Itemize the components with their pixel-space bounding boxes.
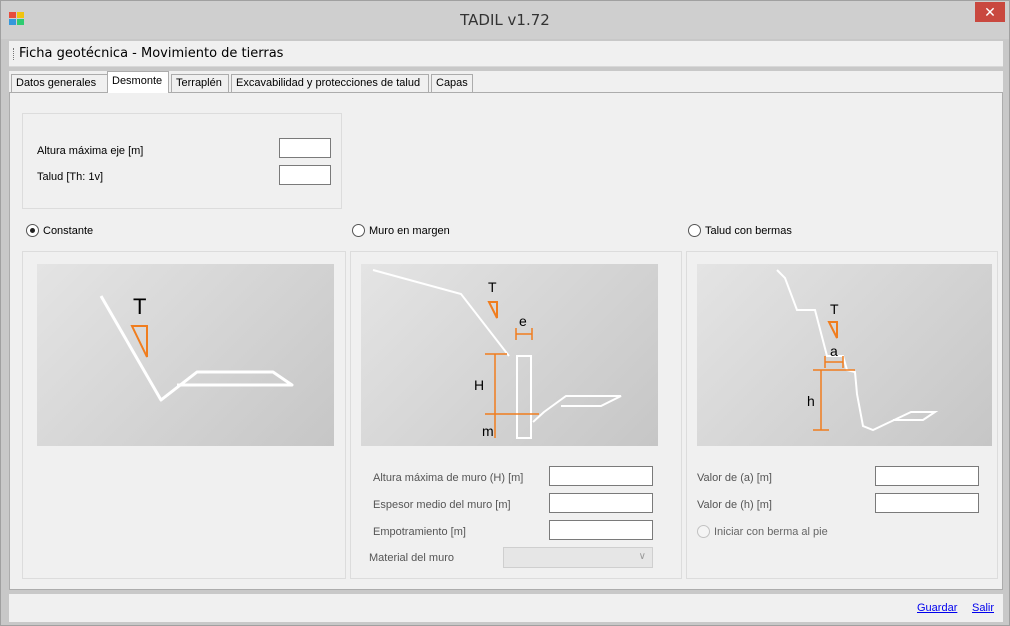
constante-t-label: T xyxy=(133,294,146,319)
bermas-t-label: T xyxy=(830,301,839,317)
altura-muro-input[interactable] xyxy=(549,466,653,486)
guardar-link[interactable]: Guardar xyxy=(917,602,957,614)
window-title: TADIL v1.72 xyxy=(460,11,550,29)
valor-a-input[interactable] xyxy=(875,466,979,486)
muro-diagram: T e H m xyxy=(361,264,658,446)
close-button[interactable]: ✕ xyxy=(975,2,1005,22)
chevron-down-icon[interactable]: ∨ xyxy=(639,551,646,562)
radio-constante[interactable]: Constante xyxy=(26,224,94,237)
valor-a-label: Valor de (a) [m] xyxy=(697,472,772,484)
tab-strip: Datos generales Desmonte Terraplén Excav… xyxy=(9,71,1003,93)
radio-talud-con-bermas[interactable]: Talud con bermas xyxy=(688,224,792,237)
bermas-h-label: h xyxy=(807,393,815,409)
talud-input[interactable] xyxy=(279,165,331,185)
material-muro-label: Material del muro xyxy=(369,552,454,564)
menu-grip-icon xyxy=(13,48,15,60)
talud-label: Talud [Th: 1v] xyxy=(37,171,104,183)
altura-eje-input[interactable] xyxy=(279,138,331,158)
iniciar-berma-dot[interactable] xyxy=(697,525,710,538)
iniciar-berma-radio[interactable]: Iniciar con berma al pie xyxy=(697,525,828,538)
muro-t-label: T xyxy=(488,279,497,295)
material-muro-select[interactable]: ∨ xyxy=(503,547,653,568)
bermas-diagram: T a h xyxy=(697,264,992,446)
muro-diagram-svg: T e H m xyxy=(372,269,622,439)
footer-bar: Guardar Salir xyxy=(9,594,1003,622)
radio-bermas-dot[interactable] xyxy=(688,224,701,237)
radio-constante-label: Constante xyxy=(43,225,94,237)
title-bar[interactable]: TADIL v1.72 ✕ xyxy=(1,1,1009,39)
bermas-group: T a h Valor de (a) [m] Valor de (h) [m] … xyxy=(686,251,998,579)
constante-diagram-svg: T xyxy=(99,294,294,402)
constante-diagram: T xyxy=(37,264,334,446)
muro-m-label: m xyxy=(482,423,494,439)
radio-constante-dot[interactable] xyxy=(26,224,39,237)
iniciar-berma-label: Iniciar con berma al pie xyxy=(714,526,828,538)
constante-group: T xyxy=(22,251,346,579)
bermas-diagram-svg: T a h xyxy=(776,269,939,432)
tab-desmonte[interactable]: Desmonte xyxy=(107,71,169,93)
altura-eje-label: Altura máxima eje [m] xyxy=(37,145,144,157)
tab-excavabilidad[interactable]: Excavabilidad y protecciones de talud xyxy=(231,74,429,93)
menu-bar: Ficha geotécnica - Movimiento de tierras xyxy=(9,41,1003,67)
general-group: Altura máxima eje [m] Talud [Th: 1v] xyxy=(22,113,342,209)
menu-item-ficha[interactable]: Ficha geotécnica - Movimiento de tierras xyxy=(19,46,283,61)
empotramiento-label: Empotramiento [m] xyxy=(373,526,466,538)
radio-muro-dot[interactable] xyxy=(352,224,365,237)
bermas-a-label: a xyxy=(830,343,838,359)
tab-panel-desmonte: Altura máxima eje [m] Talud [Th: 1v] Con… xyxy=(9,92,1003,590)
radio-bermas-label: Talud con bermas xyxy=(705,225,792,237)
radio-muro-label: Muro en margen xyxy=(369,225,450,237)
muro-e-label: e xyxy=(519,313,527,329)
radio-muro-en-margen[interactable]: Muro en margen xyxy=(352,224,450,237)
app-window: TADIL v1.72 ✕ Ficha geotécnica - Movimie… xyxy=(0,0,1010,626)
tab-capas[interactable]: Capas xyxy=(431,74,473,93)
muro-h-label: H xyxy=(474,377,484,393)
espesor-muro-label: Espesor medio del muro [m] xyxy=(373,499,511,511)
tab-terraplen[interactable]: Terraplén xyxy=(171,74,229,93)
muro-group: T e H m Altura máxima de muro (H) [m] Es… xyxy=(350,251,682,579)
valor-h-label: Valor de (h) [m] xyxy=(697,499,772,511)
espesor-muro-input[interactable] xyxy=(549,493,653,513)
salir-link[interactable]: Salir xyxy=(972,602,994,614)
valor-h-input[interactable] xyxy=(875,493,979,513)
altura-muro-label: Altura máxima de muro (H) [m] xyxy=(373,472,524,484)
tab-datos-generales[interactable]: Datos generales xyxy=(11,74,108,93)
empotramiento-input[interactable] xyxy=(549,520,653,540)
